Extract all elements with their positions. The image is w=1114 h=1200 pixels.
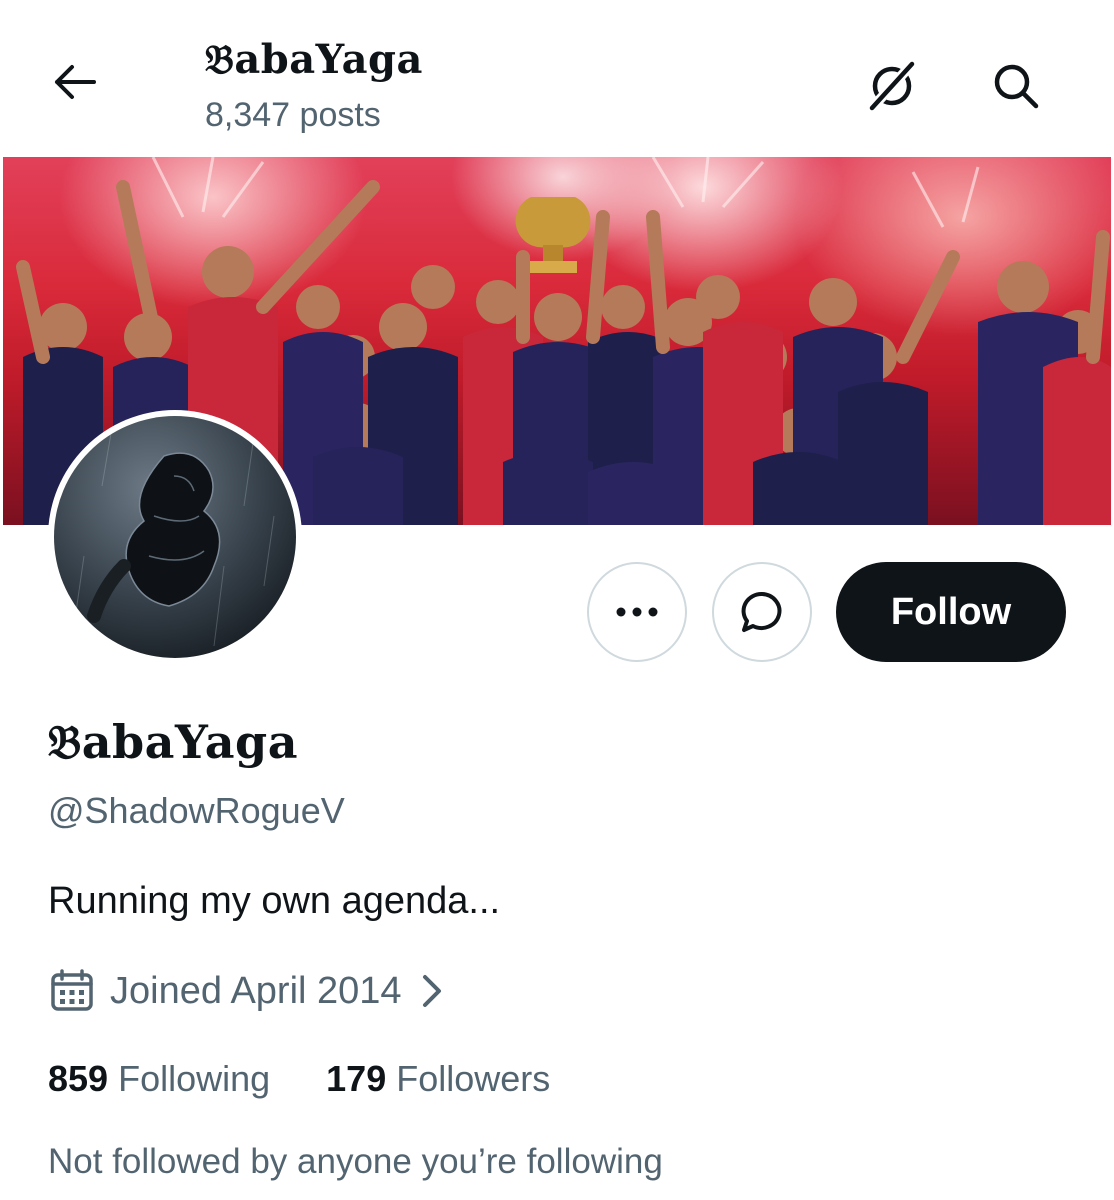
profile-avatar[interactable] <box>48 410 302 664</box>
profile-display-name: 𝔅abaYaga <box>48 715 299 769</box>
grok-button[interactable] <box>861 55 923 117</box>
profile-header: 𝔅abaYaga 8,347 posts <box>0 0 1114 158</box>
chevron-right-icon <box>422 975 441 1007</box>
following-label: Following <box>118 1058 271 1099</box>
followers-stat[interactable]: 179 Followers <box>326 1058 550 1100</box>
following-stat[interactable]: 859 Following <box>48 1058 270 1100</box>
search-icon <box>994 64 1039 109</box>
follow-button[interactable]: Follow <box>836 562 1066 662</box>
profile-page: 𝔅abaYaga 8,347 posts Follow 𝔅abaYaga @Sh… <box>0 0 1114 1200</box>
back-button[interactable] <box>44 52 104 112</box>
more-horizontal-icon <box>616 607 658 617</box>
avatar-illustration <box>63 416 275 647</box>
message-bubble-icon <box>741 591 782 632</box>
arrow-left-icon <box>55 65 96 99</box>
follow-stats: 859 Following 179 Followers <box>48 1058 550 1100</box>
mutual-followers-note: Not followed by anyone you’re following <box>48 1142 663 1181</box>
followers-count: 179 <box>326 1058 387 1099</box>
header-title: 𝔅abaYaga <box>205 36 423 83</box>
grok-icon <box>867 60 917 112</box>
more-options-button[interactable] <box>587 562 687 662</box>
posts-count: 8,347 posts <box>205 96 381 134</box>
profile-bio: Running my own agenda... <box>48 880 501 922</box>
message-button[interactable] <box>712 562 812 662</box>
calendar-icon <box>51 969 93 1011</box>
avatar-image <box>54 416 296 658</box>
followers-label: Followers <box>396 1058 551 1099</box>
joined-date-text: Joined April 2014 <box>110 969 402 1012</box>
profile-handle: @ShadowRogueV <box>48 790 345 831</box>
joined-date-row[interactable]: Joined April 2014 <box>48 963 448 1019</box>
search-button[interactable] <box>985 55 1047 117</box>
following-count: 859 <box>48 1058 109 1099</box>
